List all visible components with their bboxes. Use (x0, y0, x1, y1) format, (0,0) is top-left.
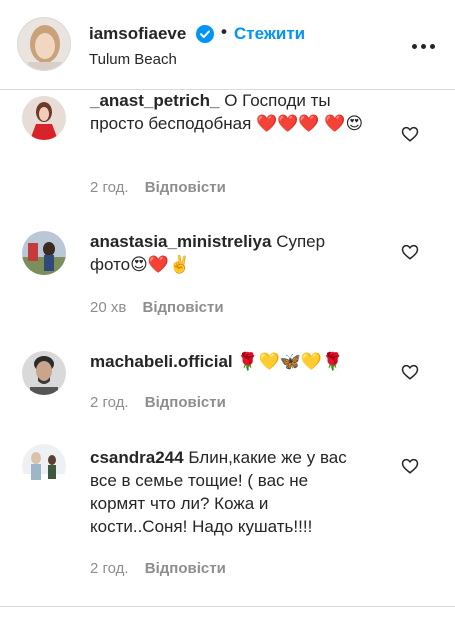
like-heart-icon[interactable] (401, 363, 419, 381)
post-header: iamsofiaeve • Стежити Tulum Beach (0, 0, 455, 90)
comment-body: 🌹💛🦋💛🌹 (237, 352, 344, 371)
comment-time[interactable]: 2 год. (90, 179, 129, 196)
divider (0, 606, 455, 607)
separator-dot: • (221, 22, 227, 41)
comment-time[interactable]: 2 год. (90, 560, 129, 577)
comment-meta: 20 хв Відповісти (90, 299, 224, 316)
more-options-icon[interactable] (412, 44, 436, 50)
comment-text-block: csandra244 Блин,какие же у вас все в сем… (90, 446, 365, 538)
comment-meta: 2 год. Відповісти (90, 179, 226, 196)
like-heart-icon[interactable] (401, 243, 419, 261)
commenter-avatar[interactable] (22, 96, 66, 140)
comment-time[interactable]: 20 хв (90, 299, 126, 316)
comment-username[interactable]: csandra244 (90, 448, 184, 467)
comment-text-block: machabeli.official 🌹💛🦋💛🌹 (90, 350, 365, 373)
like-heart-icon[interactable] (401, 457, 419, 475)
comment-text-block: _anast_petrich_ О Господи ты просто бесп… (90, 90, 365, 135)
comment-username[interactable]: machabeli.official (90, 352, 233, 371)
commenter-avatar[interactable] (22, 231, 66, 275)
location-link[interactable]: Tulum Beach (89, 51, 177, 68)
profile-username[interactable]: iamsofiaeve (89, 24, 186, 44)
commenter-avatar[interactable] (22, 351, 66, 395)
comment-text-block: anastasia_ministreliya Супер фото😍❤️✌️ (90, 230, 365, 276)
comment-time[interactable]: 2 год. (90, 394, 129, 411)
comments-list: _anast_petrich_ О Господи ты просто бесп… (0, 90, 455, 622)
profile-avatar[interactable] (17, 17, 71, 71)
comment-meta: 2 год. Відповісти (90, 560, 226, 577)
comment-username[interactable]: anastasia_ministreliya (90, 232, 271, 251)
commenter-avatar[interactable] (22, 444, 66, 488)
reply-button[interactable]: Відповісти (143, 299, 224, 316)
verified-badge-icon (196, 25, 214, 43)
comment-username[interactable]: _anast_petrich_ (90, 91, 219, 110)
comment-meta: 2 год. Відповісти (90, 394, 226, 411)
reply-button[interactable]: Відповісти (145, 179, 226, 196)
like-heart-icon[interactable] (401, 125, 419, 143)
reply-button[interactable]: Відповісти (145, 394, 226, 411)
reply-button[interactable]: Відповісти (145, 560, 226, 577)
follow-button[interactable]: Стежити (234, 24, 305, 44)
